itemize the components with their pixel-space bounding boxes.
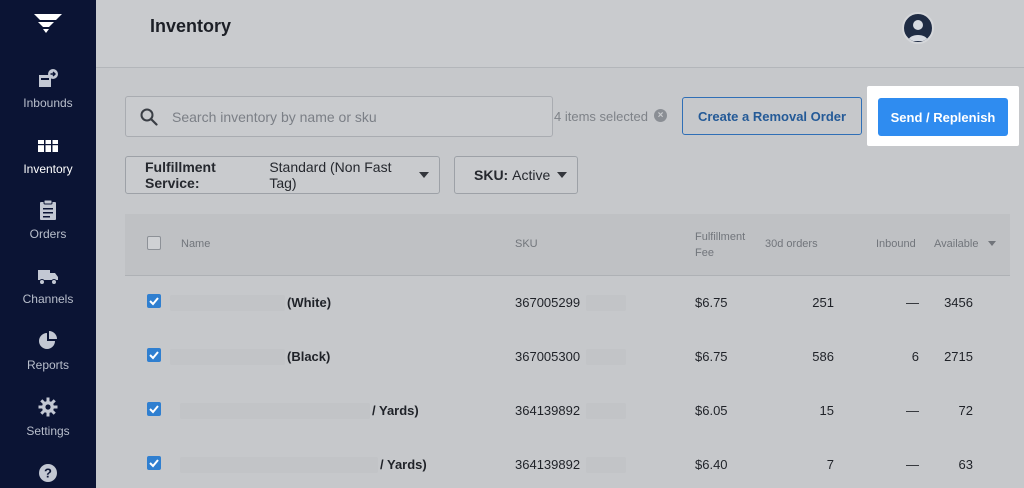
redacted-name [170,295,285,311]
sidebar-item-inbounds[interactable]: Inbounds [0,68,96,110]
svg-text:?: ? [44,466,52,481]
inbound-cell: — [906,457,919,472]
redacted-name [180,403,370,419]
filter-value: Active [512,167,551,183]
search-box[interactable] [125,96,553,137]
orders-cell: 7 [826,457,834,472]
caret-down-icon [419,172,429,178]
row-checkbox[interactable] [147,294,161,308]
user-avatar-icon [908,20,928,41]
table-header: Name SKU Fulfillment Fee 30d orders Inbo… [125,214,1010,276]
truck-icon [38,270,58,285]
table-row[interactable]: (White) 367005299 $6.75 251 — 3456 [125,276,1010,330]
column-header-fee-line1: Fulfillment [695,231,746,243]
sidebar-item-channels[interactable]: Channels [0,264,96,306]
help-icon: ? [39,464,57,482]
sidebar-item-label: Inbounds [23,96,73,110]
sidebar-item-settings[interactable]: Settings [0,396,96,438]
fee-cell: $6.40 [695,457,728,472]
column-header-30d-orders[interactable]: 30d orders [765,236,818,252]
inbound-cell: 6 [911,349,919,364]
sidebar-item-label: Orders [29,227,67,241]
sku-cell: 367005299 [515,295,581,310]
search-icon [140,108,158,126]
row-checkbox[interactable] [147,348,161,362]
clear-selection-icon[interactable]: × [654,109,667,122]
sidebar-item-label: Settings [26,424,70,438]
inventory-icon [38,140,58,152]
available-cell: 63 [958,457,973,472]
row-checkbox[interactable] [147,456,161,470]
orders-cell: 15 [819,403,834,418]
orders-cell: 251 [812,295,834,310]
page-title: Inventory [150,16,232,36]
column-header-available-label: Available [934,238,979,250]
column-header-sku[interactable]: SKU [515,236,538,252]
column-header-available[interactable]: Available [934,236,996,252]
pie-chart-icon [39,331,57,349]
redacted-sku [586,349,626,365]
product-name: (White) [287,295,332,310]
sort-desc-icon [987,241,996,246]
column-header-fee[interactable]: Fulfillment Fee [695,229,745,261]
table-row[interactable]: (Black) 367005300 $6.75 586 6 2715 [125,330,1010,384]
inbound-cell: — [906,403,919,418]
filter-key: Fulfillment Service: [145,159,216,191]
row-checkbox[interactable] [147,402,161,416]
filter-key: SKU: [474,167,509,183]
fee-cell: $6.75 [695,295,728,310]
gear-icon [38,397,58,417]
sidebar-item-label: Reports [26,358,70,372]
sku-cell: 367005300 [515,349,581,364]
clipboard-icon [40,199,56,220]
redacted-name [170,349,285,365]
send-replenish-button[interactable]: Send / Replenish [878,98,1008,136]
product-name: / Yards) [372,403,419,418]
fulfillment-service-filter[interactable]: Fulfillment Service: Standard (Non Fast … [125,156,440,194]
sidebar: Inbounds Inventory Orders Channels Repor… [0,0,96,488]
sidebar-item-inventory[interactable]: Inventory [0,134,96,176]
sidebar-item-label: Inventory [23,162,73,176]
inbound-box-icon [39,69,58,87]
table-row[interactable]: / Yards) 364139892 $6.05 15 — 72 [125,384,1010,438]
sidebar-item-orders[interactable]: Orders [0,199,96,241]
column-header-fee-line2: Fee [695,247,714,259]
product-name: / Yards) [380,457,427,472]
select-all-checkbox[interactable] [147,236,161,250]
inbound-cell: — [906,295,919,310]
orders-cell: 586 [812,349,834,364]
fee-cell: $6.75 [695,349,728,364]
filter-value: Standard (Non Fast Tag) [269,159,392,191]
logo-icon[interactable] [32,12,64,34]
fee-cell: $6.05 [695,403,728,418]
redacted-name [180,457,378,473]
search-input[interactable] [172,105,542,129]
sku-filter[interactable]: SKU: Active [454,156,578,194]
selected-count-text: 4 items selected [554,109,648,124]
sidebar-item-help[interactable]: ? [0,462,96,488]
avatar[interactable] [902,12,934,44]
available-cell: 72 [958,403,973,418]
redacted-sku [586,295,626,311]
available-cell: 2715 [944,349,973,364]
page-header: Inventory [96,0,1024,68]
redacted-sku [586,403,626,419]
create-removal-order-button[interactable]: Create a Removal Order [682,97,862,135]
column-header-name[interactable]: Name [181,236,210,252]
available-cell: 3456 [944,295,973,310]
table-row[interactable]: / Yards) 364139892 $6.40 7 — 63 [125,438,1010,488]
sidebar-item-reports[interactable]: Reports [0,330,96,372]
column-header-inbound[interactable]: Inbound [876,236,916,252]
sku-cell: 364139892 [515,403,581,418]
product-name: (Black) [287,349,331,364]
sku-cell: 364139892 [515,457,581,472]
redacted-sku [586,457,626,473]
sidebar-item-label: Channels [22,292,74,306]
caret-down-icon [557,172,568,178]
